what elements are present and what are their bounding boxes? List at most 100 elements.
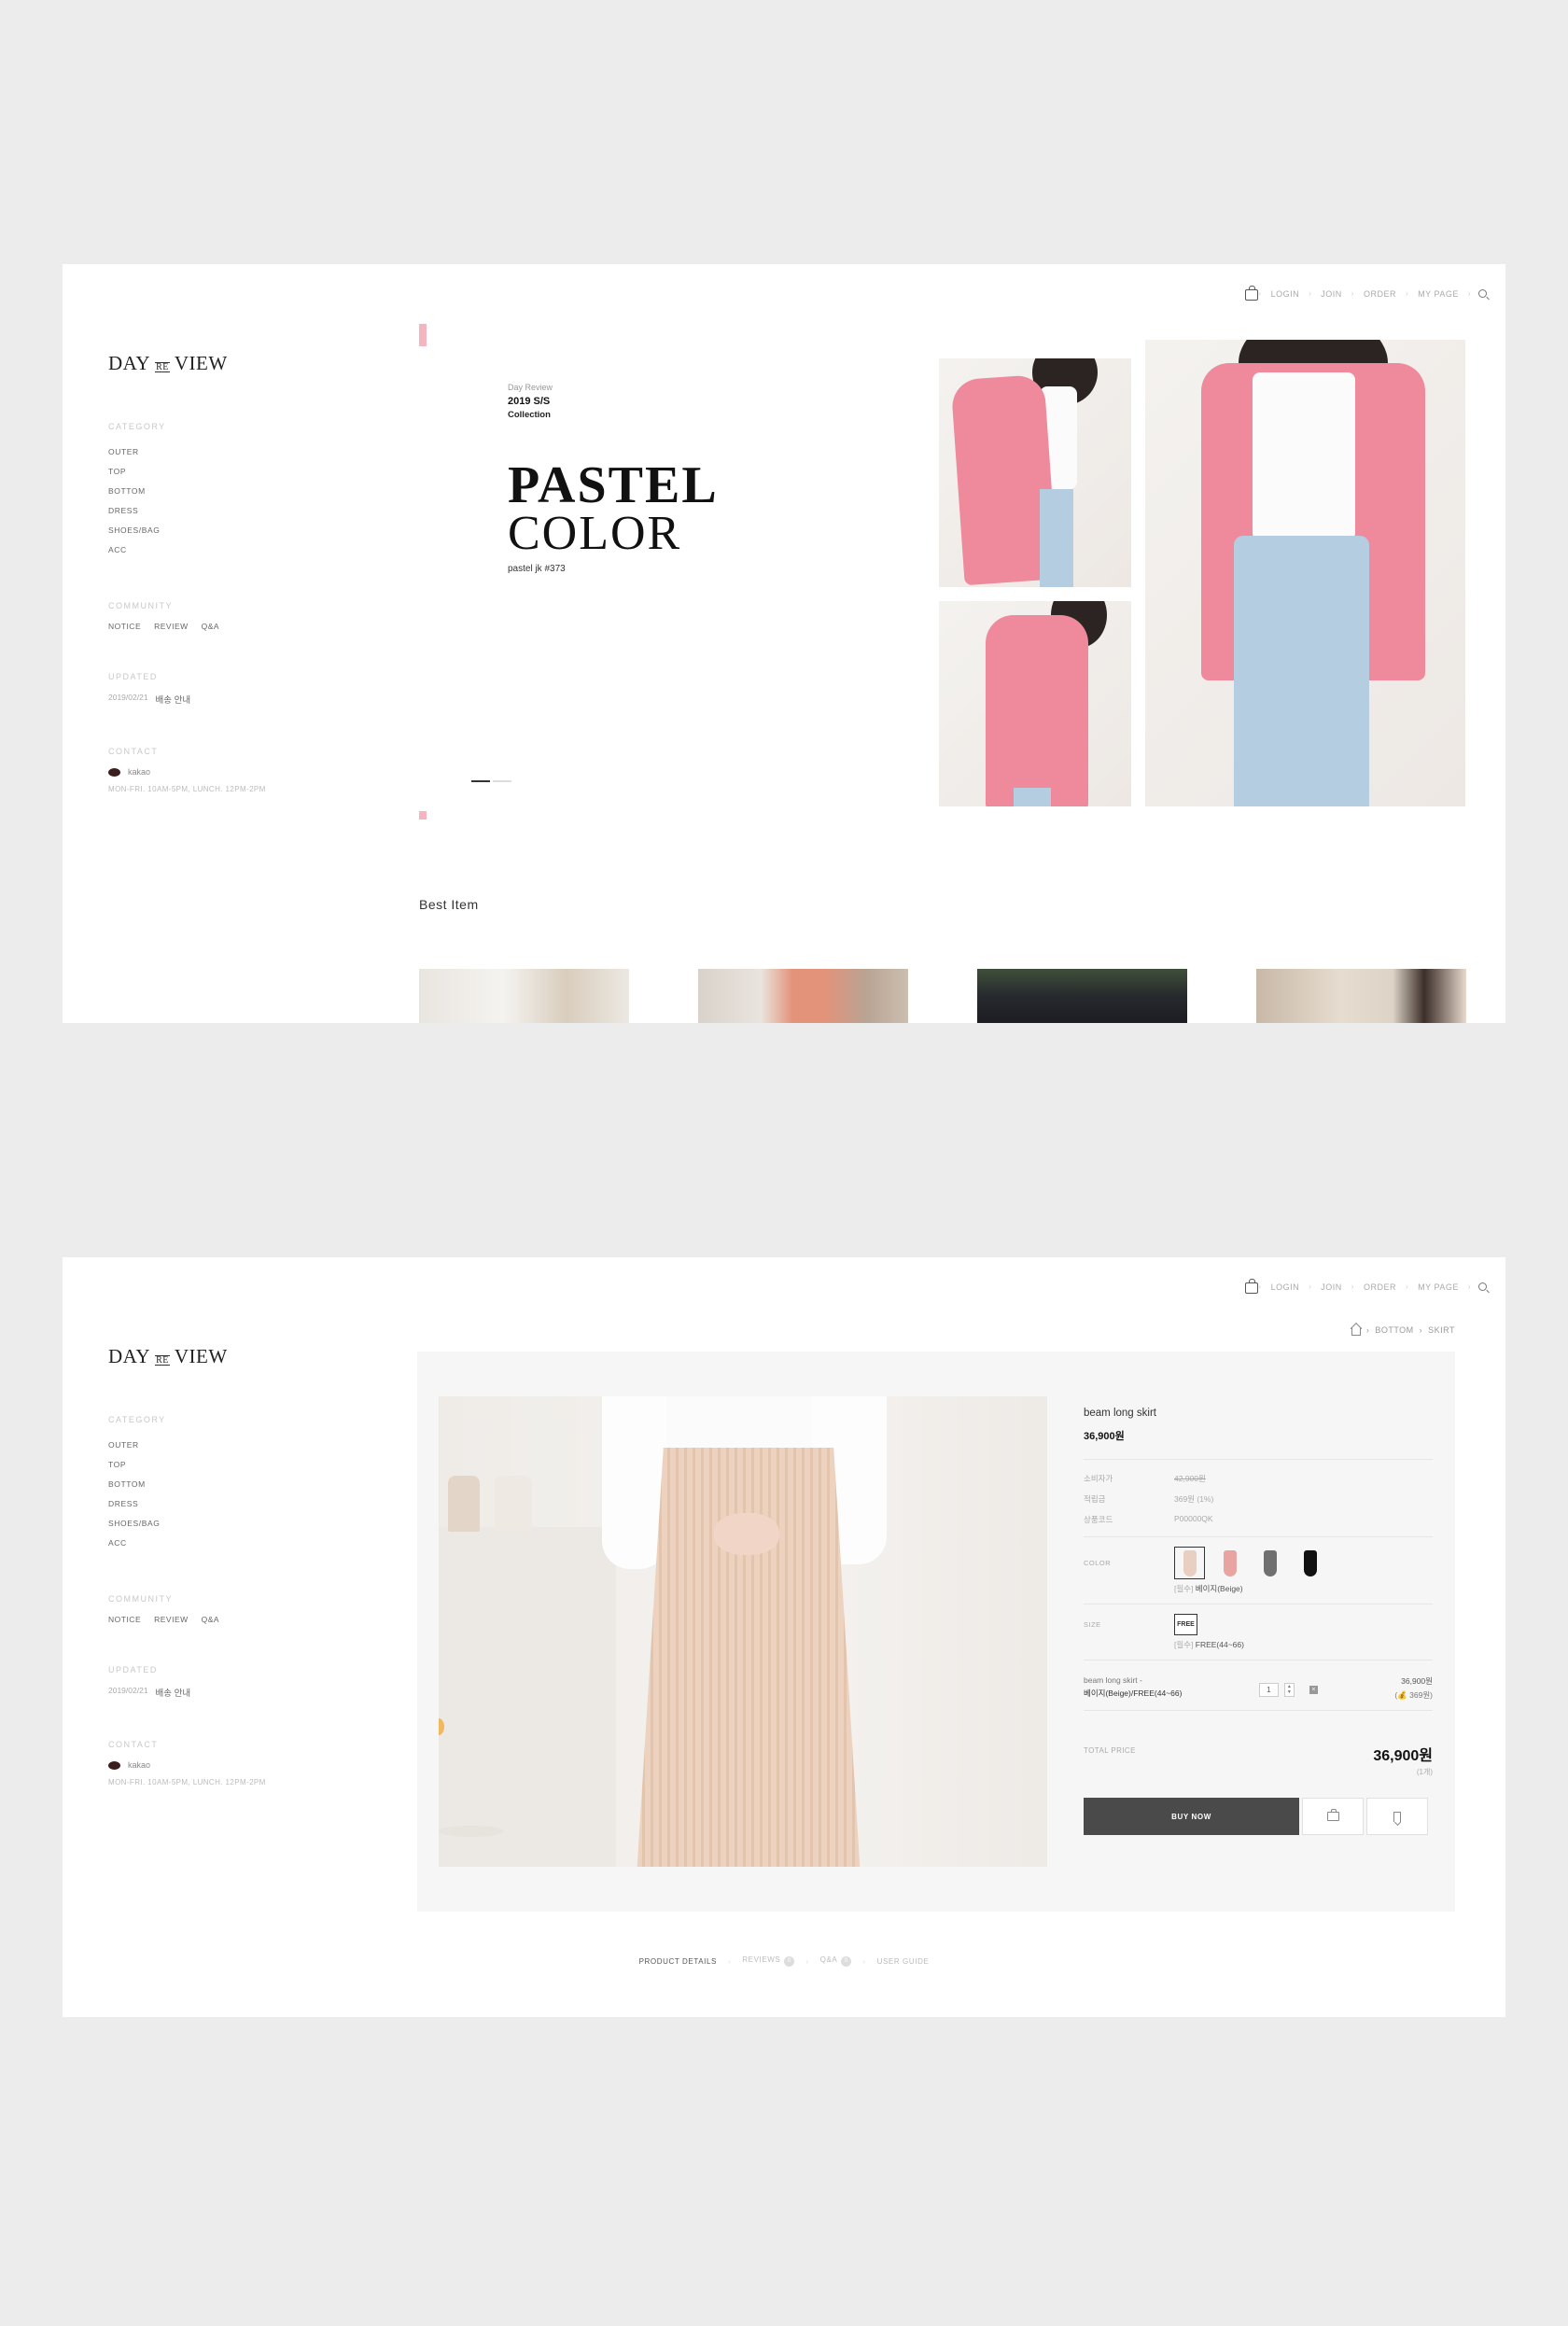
- hero-text: Day Review 2019 S/S Collection PASTEL CO…: [508, 383, 719, 574]
- sidebar-item-qna[interactable]: Q&A: [202, 622, 219, 631]
- sidebar-item-top[interactable]: TOP: [108, 1455, 295, 1475]
- search-icon[interactable]: [1478, 1282, 1487, 1291]
- sidebar-item-dress[interactable]: DRESS: [108, 501, 295, 521]
- sidebar-item-review[interactable]: REVIEW: [154, 622, 189, 631]
- best-item-thumb-3[interactable]: [977, 969, 1187, 1023]
- shopping-bag-icon[interactable]: [1245, 1279, 1259, 1294]
- hero-accent-top: [419, 324, 427, 346]
- sidebar-item-outer[interactable]: OUTER: [108, 442, 295, 462]
- contact-hours: MON-FRI. 10AM-5PM, LUNCH. 12PM-2PM: [108, 785, 266, 793]
- sidebar-item-dress[interactable]: DRESS: [108, 1494, 295, 1514]
- shopping-bag-icon[interactable]: [1245, 286, 1259, 301]
- nav-login[interactable]: LOGIN: [1262, 289, 1309, 299]
- color-selected-text: [필수] 베이지(Beige): [1174, 1584, 1243, 1593]
- updated-title: 배송 안내: [155, 695, 191, 706]
- quantity-arrows[interactable]: ▲ ▼: [1283, 1683, 1295, 1697]
- kakao-icon: [108, 1760, 120, 1770]
- sidebar-item-bottom[interactable]: BOTTOM: [108, 482, 295, 501]
- selected-item-name: beam long skirt -: [1084, 1675, 1142, 1685]
- hero-accent-bottom: [419, 811, 427, 820]
- sidebar-item-qna[interactable]: Q&A: [202, 1615, 219, 1624]
- color-swatch-gray[interactable]: [1254, 1547, 1285, 1579]
- nav-login[interactable]: LOGIN: [1262, 1282, 1309, 1292]
- category-heading: CATEGORY: [108, 422, 166, 431]
- sidebar-item-bottom[interactable]: BOTTOM: [108, 1475, 295, 1494]
- sidebar-item-shoes-bag[interactable]: SHOES/BAG: [108, 521, 295, 540]
- product-photo[interactable]: [439, 1396, 1047, 1867]
- shopping-bag-icon: [1326, 1809, 1339, 1821]
- best-item-title: Best Item: [419, 897, 479, 912]
- updated-heading: UPDATED: [108, 672, 158, 681]
- site-logo[interactable]: DAY RE VIEW: [108, 352, 295, 375]
- remove-item-icon[interactable]: ×: [1309, 1686, 1318, 1694]
- hero-photo-jacket-front[interactable]: [1145, 340, 1465, 806]
- sidebar-item-top[interactable]: TOP: [108, 462, 295, 482]
- purchase-buttons: BUY NOW: [1084, 1798, 1433, 1835]
- size-label: SIZE: [1084, 1620, 1101, 1629]
- sidebar-item-shoes-bag[interactable]: SHOES/BAG: [108, 1514, 295, 1534]
- sidebar-item-outer[interactable]: OUTER: [108, 1436, 295, 1455]
- nav-order[interactable]: ORDER: [1354, 289, 1406, 299]
- home-icon[interactable]: [1351, 1327, 1361, 1336]
- site-logo[interactable]: DAY RE VIEW: [108, 1345, 295, 1368]
- size-option-row: SIZE FREE: [1084, 1614, 1433, 1635]
- retail-price-row: 소비자가 42,900원: [1084, 1474, 1206, 1483]
- sidebar-item-notice[interactable]: NOTICE: [108, 622, 141, 631]
- quantity-input[interactable]: 1: [1258, 1683, 1279, 1697]
- total-price-label: TOTAL PRICE: [1084, 1746, 1136, 1755]
- slider-dot-1[interactable]: [471, 780, 490, 782]
- hero-caption[interactable]: pastel jk #373: [508, 564, 719, 574]
- product-info: beam long skirt 36,900원 소비자가 42,900원 적립금…: [1084, 1408, 1433, 1835]
- hero-photo-jacket-back[interactable]: [939, 601, 1131, 806]
- nav-join[interactable]: JOIN: [1311, 1282, 1351, 1292]
- nav-my-page[interactable]: MY PAGE: [1408, 289, 1468, 299]
- best-item-thumb-1[interactable]: [419, 969, 629, 1023]
- tab-product-details[interactable]: PRODUCT DETAILS: [639, 1957, 717, 1966]
- category-heading: CATEGORY: [108, 1415, 166, 1424]
- search-icon[interactable]: [1478, 289, 1487, 298]
- tab-reviews[interactable]: REVIEWS 0: [742, 1955, 795, 1967]
- color-swatch-black[interactable]: [1295, 1547, 1325, 1579]
- sidebar-item-acc[interactable]: ACC: [108, 1534, 295, 1553]
- best-item-thumb-2[interactable]: [698, 969, 908, 1023]
- category-list: OUTER TOP BOTTOM DRESS SHOES/BAG ACC: [108, 442, 295, 560]
- tab-user-guide[interactable]: USER GUIDE: [877, 1957, 930, 1966]
- updated-notice[interactable]: 2019/02/21 배송 안내: [108, 1686, 295, 1699]
- slider-pagination: [471, 780, 511, 782]
- nav-join[interactable]: JOIN: [1311, 289, 1351, 299]
- sidebar-item-notice[interactable]: NOTICE: [108, 1615, 141, 1624]
- hero-headline-2: COLOR: [508, 507, 682, 560]
- total-price: TOTAL PRICE 36,900원 (1개): [1084, 1743, 1433, 1777]
- community-heading: COMMUNITY: [108, 1594, 173, 1604]
- kakao-contact[interactable]: kakao: [108, 1760, 295, 1770]
- community-list: NOTICE REVIEW Q&A: [108, 1615, 295, 1624]
- top-navigation: › LOGIN › JOIN › ORDER › MY PAGE ›: [1245, 286, 1487, 301]
- selected-item-price: 36,900원 (💰 369원): [1394, 1676, 1433, 1700]
- nav-my-page[interactable]: MY PAGE: [1408, 1282, 1468, 1292]
- sidebar-item-review[interactable]: REVIEW: [154, 1615, 189, 1624]
- contact-heading: CONTACT: [108, 1740, 159, 1749]
- add-to-cart-button[interactable]: [1302, 1798, 1364, 1835]
- detail-tabs: PRODUCT DETAILS › REVIEWS 0 › Q&A 0 › USER…: [638, 1955, 930, 1967]
- buy-now-button[interactable]: BUY NOW: [1084, 1798, 1299, 1835]
- nav-order[interactable]: ORDER: [1354, 1282, 1406, 1292]
- top-navigation: › LOGIN › JOIN › ORDER › MY PAGE ›: [1245, 1279, 1487, 1294]
- hero-photo-jacket-side[interactable]: [939, 358, 1131, 587]
- product-price: 36,900원: [1084, 1431, 1125, 1442]
- updated-notice[interactable]: 2019/02/21 배송 안내: [108, 693, 295, 706]
- wishlist-button[interactable]: [1366, 1798, 1428, 1835]
- product-detail-panel: › LOGIN › JOIN › ORDER › MY PAGE › DAY R…: [63, 1257, 1505, 2017]
- color-swatch-pink[interactable]: [1214, 1547, 1245, 1579]
- breadcrumb-bottom[interactable]: BOTTOM: [1375, 1325, 1413, 1335]
- color-swatch-beige[interactable]: [1174, 1547, 1205, 1579]
- size-option-free[interactable]: FREE: [1174, 1614, 1197, 1635]
- slider-dot-2[interactable]: [493, 780, 511, 782]
- sidebar-item-acc[interactable]: ACC: [108, 540, 295, 560]
- color-option-row: COLOR: [1084, 1547, 1433, 1579]
- tab-qna[interactable]: Q&A 0: [820, 1955, 852, 1967]
- kakao-contact[interactable]: kakao: [108, 767, 295, 777]
- breadcrumb-skirt[interactable]: SKIRT: [1428, 1325, 1455, 1335]
- quantity-stepper: 1 ▲ ▼ ×: [1258, 1679, 1318, 1701]
- best-item-thumb-4[interactable]: [1256, 969, 1466, 1023]
- updated-title: 배송 안내: [155, 1688, 191, 1699]
